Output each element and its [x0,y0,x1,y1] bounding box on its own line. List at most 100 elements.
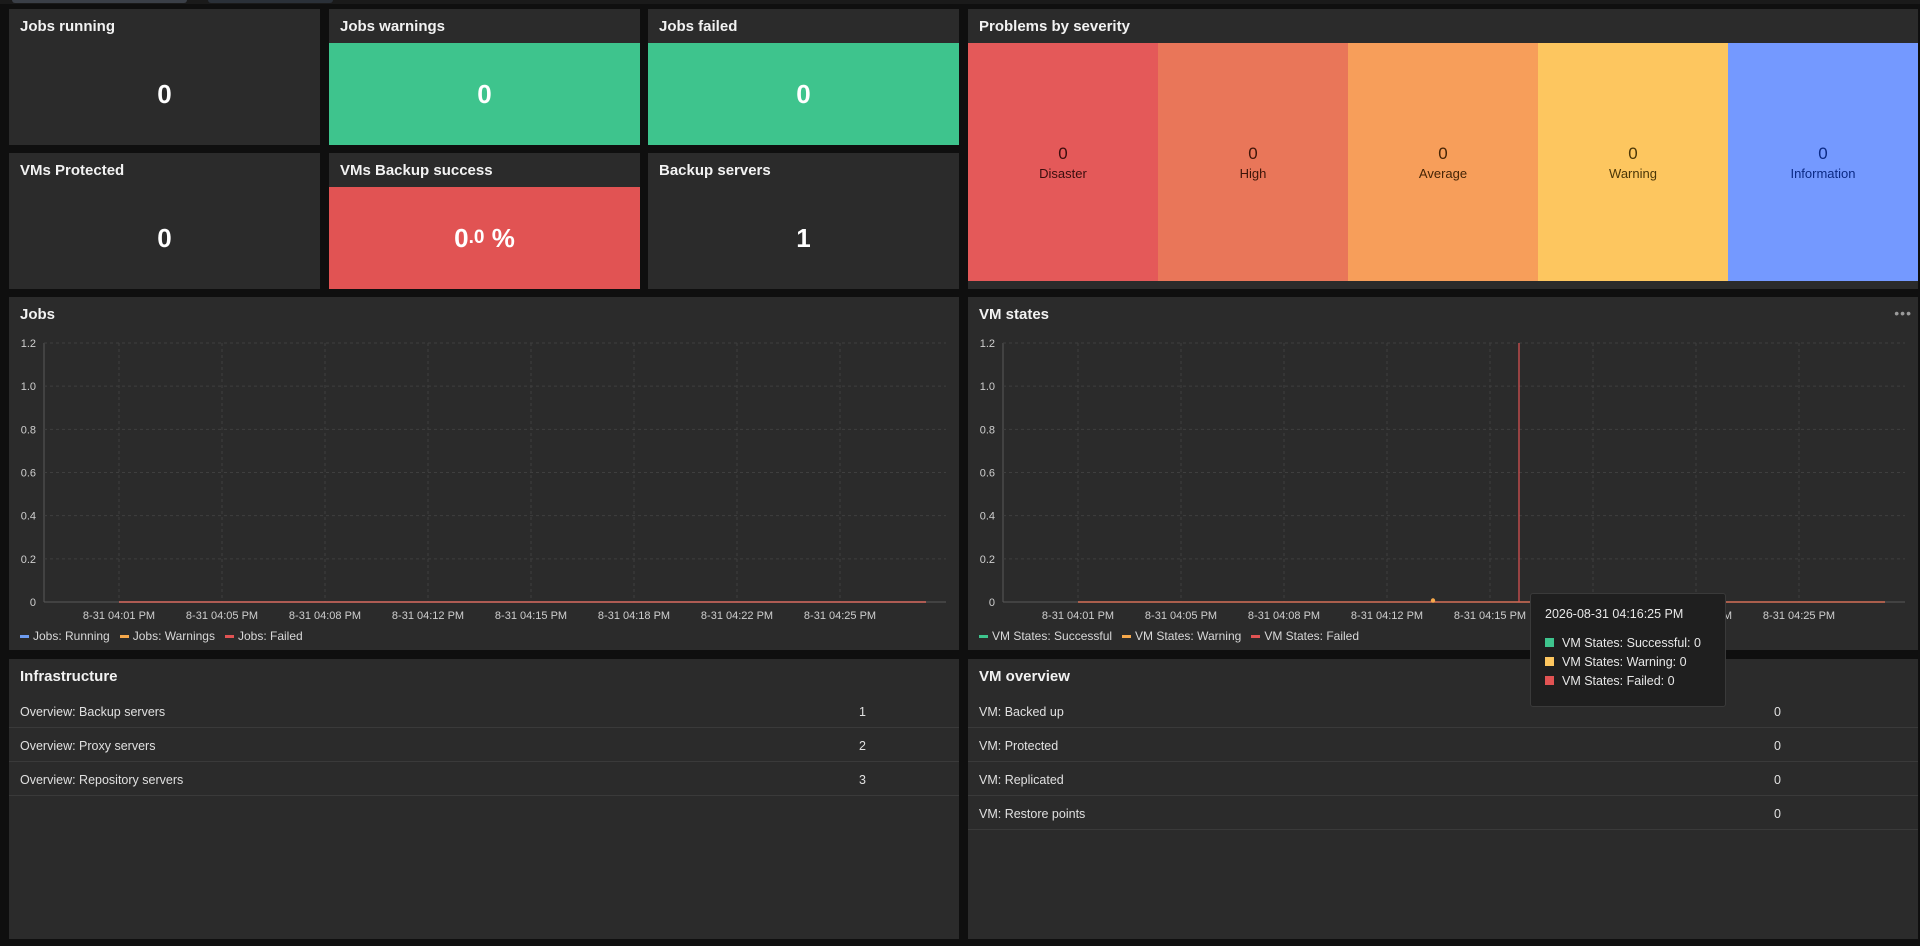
y-tick-label: 0 [989,597,995,609]
vms-backup-success-widget: VMs Backup success 0.0 % [329,153,640,289]
widget-title: Jobs failed [659,18,738,35]
vm-states-line-chart[interactable]: 0 0.2 0.4 0.6 0.8 1.0 1.2 8-31 04:01 PM 8-31 04:… [968,297,1918,627]
legend-swatch [224,634,234,638]
severity-warning[interactable]: 0 Warning [1538,43,1728,281]
value-integer: 0 [454,222,469,253]
x-tick-label: 8-31 04:25 PM [1763,610,1835,622]
y-tick-label: 0.4 [21,511,36,523]
jobs-running-widget: Jobs running 0 [9,9,320,145]
widget-title: Problems by severity [979,18,1130,35]
item-label: VM: Backed up [979,705,1064,719]
jobs-line-chart[interactable]: 0 0.2 0.4 0.6 0.8 1.0 1.2 8-31 04:01 PM 8-31 04:… [9,297,959,627]
tooltip-row: VM States: Failed: 0 [1545,671,1711,690]
severity-information[interactable]: 0 Information [1728,43,1918,281]
legend-label: VM States: Warning [1135,629,1242,643]
legend-item[interactable]: Jobs: Running [20,629,110,643]
x-tick-label: 8-31 04:12 PM [1351,610,1423,622]
severity-label: High [1239,165,1267,181]
severity-disaster[interactable]: 0 Disaster [968,43,1158,281]
vm-states-chart-widget: VM states ••• 0 0.2 0.4 0.6 0.8 1.0 1.2 8-31 04… [968,297,1918,650]
backup-servers-widget: Backup servers 1 [648,153,959,289]
infrastructure-widget: Infrastructure Overview: Backup servers … [9,659,959,939]
list-item[interactable]: VM: Backed up 0 [968,694,1918,728]
vms-backup-success-value: 0.0 % [329,187,640,289]
tooltip-swatch [1545,676,1554,685]
y-tick-label: 1.2 [21,338,36,350]
list-item[interactable]: VM: Restore points 0 [968,796,1918,830]
item-value: 1 [859,705,866,719]
dashboard-tab[interactable] [208,0,333,3]
item-value: 3 [859,773,866,787]
item-value: 0 [1774,705,1781,719]
legend-item[interactable]: VM States: Successful [979,629,1112,643]
tooltip-swatch [1545,657,1554,666]
vm-overview-list: VM: Backed up 0 VM: Protected 0 VM: Repl… [968,694,1918,830]
problems-by-severity-widget: Problems by severity 0 Disaster 0 High 0… [968,9,1918,289]
y-tick-label: 1.2 [980,338,995,350]
item-label: Overview: Repository servers [20,773,184,787]
legend-item[interactable]: VM States: Warning [1122,629,1241,643]
list-item[interactable]: Overview: Backup servers 1 [9,694,959,728]
value-unit: % [484,222,515,253]
legend-label: Jobs: Warnings [132,629,215,643]
item-value: 0 [1774,739,1781,753]
tooltip-text: VM States: Successful: 0 [1562,635,1701,650]
legend-item[interactable]: Jobs: Failed [224,629,303,643]
jobs-warnings-widget: Jobs warnings 0 [329,9,640,145]
top-navigation-strip [0,0,1920,4]
tooltip-text: VM States: Warning: 0 [1562,654,1687,669]
x-tick-label: 8-31 04:05 PM [186,610,258,622]
item-value: 2 [859,739,866,753]
widget-title: Backup servers [659,162,771,179]
vms-protected-widget: VMs Protected 0 [9,153,320,289]
list-item[interactable]: VM: Protected 0 [968,728,1918,762]
severity-row: 0 Disaster 0 High 0 Average 0 Warning 0 … [968,43,1918,281]
dashboard-tab-active[interactable] [12,0,187,3]
jobs-chart-widget: Jobs 0 0.2 0.4 0.6 0.8 1.0 1.2 8-31 04:01 PM 8-3… [9,297,959,650]
x-tick-label: 8-31 04:25 PM [804,610,876,622]
list-item[interactable]: Overview: Repository servers 3 [9,762,959,796]
value-decimal: .0 [468,227,485,248]
y-tick-label: 0.6 [21,468,36,480]
widget-title: Jobs warnings [340,18,446,35]
y-tick-label: 0.6 [980,468,995,480]
x-tick-label: 8-31 04:18 PM [598,610,670,622]
tooltip-time: 2026-08-31 04:16:25 PM [1545,607,1684,621]
severity-average[interactable]: 0 Average [1348,43,1538,281]
x-tick-label: 8-31 04:08 PM [1248,610,1320,622]
jobs-warnings-value: 0 [329,43,640,145]
severity-label: Information [1790,165,1856,181]
widget-title: VMs Protected [20,162,125,179]
hover-point [1430,598,1436,603]
y-tick-label: 1.0 [21,381,36,393]
item-value: 0 [1774,807,1781,821]
severity-count: 0 [1438,143,1448,163]
jobs-failed-value: 0 [648,43,959,145]
legend-swatch [20,634,29,638]
widget-title: VM overview [979,668,1070,685]
legend-swatch [119,634,129,638]
tooltip-row: VM States: Warning: 0 [1545,652,1711,671]
item-value: 0 [1774,773,1781,787]
item-label: VM: Protected [979,739,1059,753]
severity-count: 0 [1628,143,1638,163]
item-label: VM: Restore points [979,807,1086,821]
severity-count: 0 [1058,143,1068,163]
vms-protected-value: 0 [157,222,172,253]
x-tick-label: 8-31 04:01 PM [83,610,155,622]
x-tick-label: 8-31 04:15 PM [1454,610,1526,622]
widget-title: Jobs running [20,18,115,35]
backup-servers-value: 1 [796,222,811,253]
severity-high[interactable]: 0 High [1158,43,1348,281]
list-item[interactable]: Overview: Proxy servers 2 [9,728,959,762]
severity-count: 0 [1248,143,1258,163]
legend-item[interactable]: VM States: Failed [1251,629,1359,643]
y-tick-label: 1.0 [980,381,995,393]
item-label: Overview: Proxy servers [20,739,156,753]
chart-legend: VM States: Successful VM States: Warning… [979,629,1359,643]
y-tick-label: 0.2 [21,554,36,566]
x-tick-label: 8-31 04:15 PM [495,610,567,622]
list-item[interactable]: VM: Replicated 0 [968,762,1918,796]
x-tick-label: 8-31 04:01 PM [1042,610,1114,622]
legend-item[interactable]: Jobs: Warnings [119,629,215,643]
